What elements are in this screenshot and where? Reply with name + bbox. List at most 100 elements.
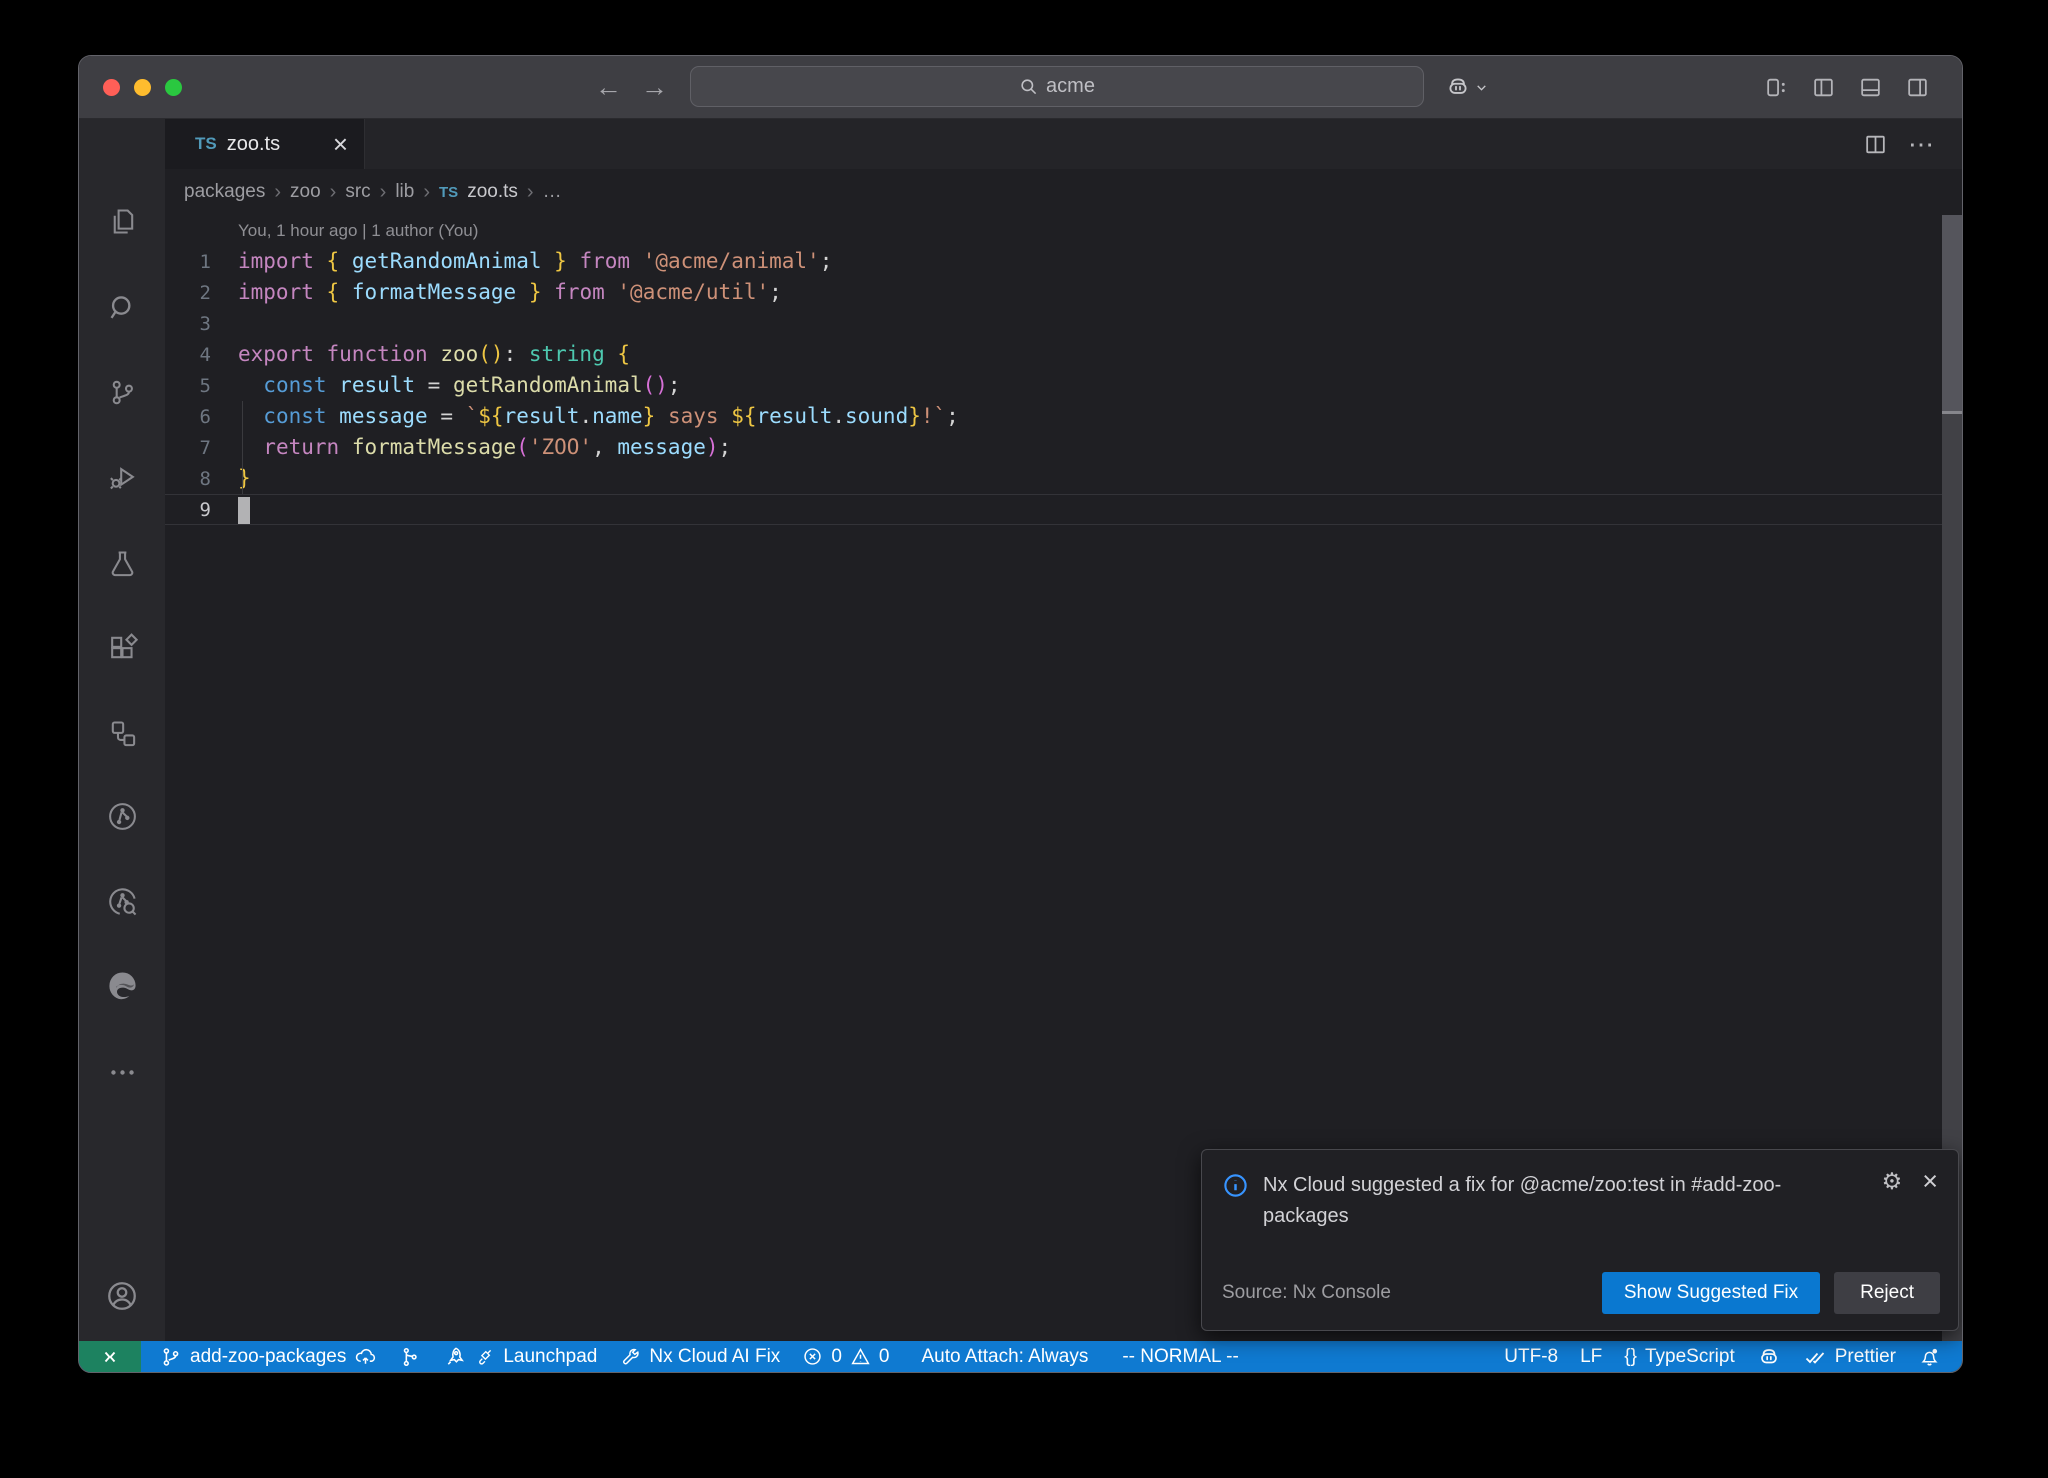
line-number: 4 <box>165 344 211 366</box>
nx-graph-search-icon[interactable] <box>79 885 165 918</box>
more-views-icon[interactable] <box>79 1057 165 1088</box>
account-icon[interactable] <box>79 1279 165 1313</box>
close-icon[interactable]: × <box>333 131 348 157</box>
breadcrumb-item[interactable]: src <box>345 181 370 203</box>
nx-cloud-ai-fix-item[interactable]: Nx Cloud AI Fix <box>608 1341 791 1372</box>
breadcrumb-item[interactable]: zoo <box>290 181 321 203</box>
text-cursor <box>238 497 250 524</box>
activity-bar: ⚙ <box>79 119 165 1341</box>
encoding-item[interactable]: UTF-8 <box>1493 1341 1569 1372</box>
scrollbar-thumb[interactable] <box>1942 215 1962 414</box>
braces-icon: {} <box>1624 1346 1637 1368</box>
source-control-icon[interactable] <box>79 377 165 408</box>
notifications-bell-item[interactable] <box>1907 1341 1952 1372</box>
line-number: 6 <box>165 406 211 428</box>
warning-count: 0 <box>879 1346 890 1368</box>
code-line[interactable]: 4export function zoo(): string { <box>165 339 1962 370</box>
encoding-label: UTF-8 <box>1504 1346 1558 1368</box>
search-icon <box>1019 77 1038 96</box>
testing-icon[interactable] <box>79 548 165 579</box>
prettier-label: Prettier <box>1835 1346 1896 1368</box>
nx-graph-icon[interactable] <box>79 800 165 833</box>
line-number: 5 <box>165 375 211 397</box>
blame-annotation[interactable]: You, 1 hour ago | 1 author (You) <box>165 215 1962 246</box>
notification-toast: Nx Cloud suggested a fix for @acme/zoo:t… <box>1201 1149 1959 1331</box>
line-number: 9 <box>165 499 211 521</box>
breadcrumb-item[interactable]: packages <box>184 181 265 203</box>
remote-indicator[interactable] <box>79 1341 141 1372</box>
toggle-secondary-sidebar-icon[interactable] <box>1905 75 1930 100</box>
typescript-file-icon: TS <box>439 184 458 201</box>
language-mode-item[interactable]: {} TypeScript <box>1613 1341 1745 1372</box>
vim-mode-label: -- NORMAL -- <box>1122 1346 1238 1368</box>
code-line[interactable]: 6 const message = `${result.name} says $… <box>165 401 1962 432</box>
tab-zoo-ts[interactable]: TS zoo.ts × <box>165 119 365 169</box>
vim-mode-item[interactable]: -- NORMAL -- <box>1111 1341 1249 1372</box>
notification-message: Nx Cloud suggested a fix for @acme/zoo:t… <box>1263 1170 1859 1232</box>
search-icon[interactable] <box>79 292 165 323</box>
code-text: const result = getRandomAnimal(); <box>238 370 681 401</box>
gear-icon[interactable]: ⚙ <box>1882 1170 1903 1193</box>
code-text: import { formatMessage } from '@acme/uti… <box>238 277 782 308</box>
launchpad-status-item[interactable]: Launchpad <box>432 1341 608 1372</box>
maximize-window-button[interactable] <box>165 79 182 96</box>
eol-item[interactable]: LF <box>1569 1341 1613 1372</box>
close-icon[interactable]: × <box>1922 1171 1938 1193</box>
info-icon <box>1222 1172 1249 1199</box>
toggle-panel-icon[interactable] <box>1858 75 1883 100</box>
problems-status-item[interactable]: 0 0 <box>791 1341 900 1372</box>
show-suggested-fix-button[interactable]: Show Suggested Fix <box>1602 1272 1820 1314</box>
code-text: const message = `${result.name} says ${r… <box>238 401 959 432</box>
chevron-right-icon: › <box>274 181 281 204</box>
code-lines: 1import { getRandomAnimal } from '@acme/… <box>165 246 1962 525</box>
breadcrumb-more[interactable]: … <box>543 181 562 203</box>
language-label: TypeScript <box>1645 1346 1735 1368</box>
back-arrow-icon[interactable]: ← <box>595 56 622 118</box>
code-line[interactable]: 9 <box>165 494 1962 525</box>
toggle-sidebar-icon[interactable] <box>1811 75 1836 100</box>
split-editor-icon[interactable] <box>1863 132 1888 157</box>
reject-button[interactable]: Reject <box>1834 1272 1940 1314</box>
close-window-button[interactable] <box>103 79 120 96</box>
line-number: 7 <box>165 437 211 459</box>
forward-arrow-icon[interactable]: → <box>641 56 668 118</box>
nx-cloud-ai-fix-label: Nx Cloud AI Fix <box>649 1346 780 1368</box>
cloud-upload-icon <box>354 1345 377 1368</box>
workflow-status-item[interactable] <box>388 1341 432 1372</box>
breadcrumb-file[interactable]: zoo.ts <box>467 181 518 203</box>
rocket-icon <box>443 1345 466 1368</box>
more-actions-icon[interactable]: ⋯ <box>1908 129 1936 160</box>
linked-boxes-icon[interactable] <box>79 718 165 749</box>
extensions-icon[interactable] <box>79 632 165 663</box>
git-branch-icon <box>160 1346 182 1368</box>
minimize-window-button[interactable] <box>134 79 151 96</box>
copilot-status-item[interactable] <box>1746 1341 1792 1372</box>
line-number: 3 <box>165 313 211 335</box>
edge-icon[interactable] <box>79 969 165 1002</box>
breadcrumb-item[interactable]: lib <box>395 181 414 203</box>
copilot-menu[interactable] <box>1445 56 1488 118</box>
code-line[interactable]: 5 const result = getRandomAnimal(); <box>165 370 1962 401</box>
code-line[interactable]: 1import { getRandomAnimal } from '@acme/… <box>165 246 1962 277</box>
files-icon[interactable] <box>79 206 165 237</box>
plug-icon <box>474 1346 495 1367</box>
tab-label: zoo.ts <box>227 133 280 156</box>
branch-status-item[interactable]: add-zoo-packages <box>149 1341 388 1372</box>
breadcrumb: packages› zoo› src› lib› TS zoo.ts› … <box>165 169 1962 215</box>
command-center-search[interactable]: acme <box>690 66 1424 107</box>
wrench-icon <box>619 1346 641 1368</box>
run-debug-icon[interactable] <box>79 462 165 493</box>
prettier-status-item[interactable]: Prettier <box>1792 1341 1907 1372</box>
code-line[interactable]: 7 return formatMessage('ZOO', message); <box>165 432 1962 463</box>
title-bar: ← → acme <box>79 56 1962 119</box>
code-line[interactable]: 8} <box>165 463 1962 494</box>
code-line[interactable]: 2import { formatMessage } from '@acme/ut… <box>165 277 1962 308</box>
auto-attach-item[interactable]: Auto Attach: Always <box>910 1341 1099 1372</box>
window-controls <box>103 56 182 118</box>
bell-icon <box>1918 1345 1941 1368</box>
code-line[interactable]: 3 <box>165 308 1962 339</box>
workflow-icon <box>399 1346 421 1368</box>
customize-layout-icon[interactable] <box>1764 75 1789 100</box>
code-text <box>238 494 250 525</box>
code-text: return formatMessage('ZOO', message); <box>238 432 731 463</box>
